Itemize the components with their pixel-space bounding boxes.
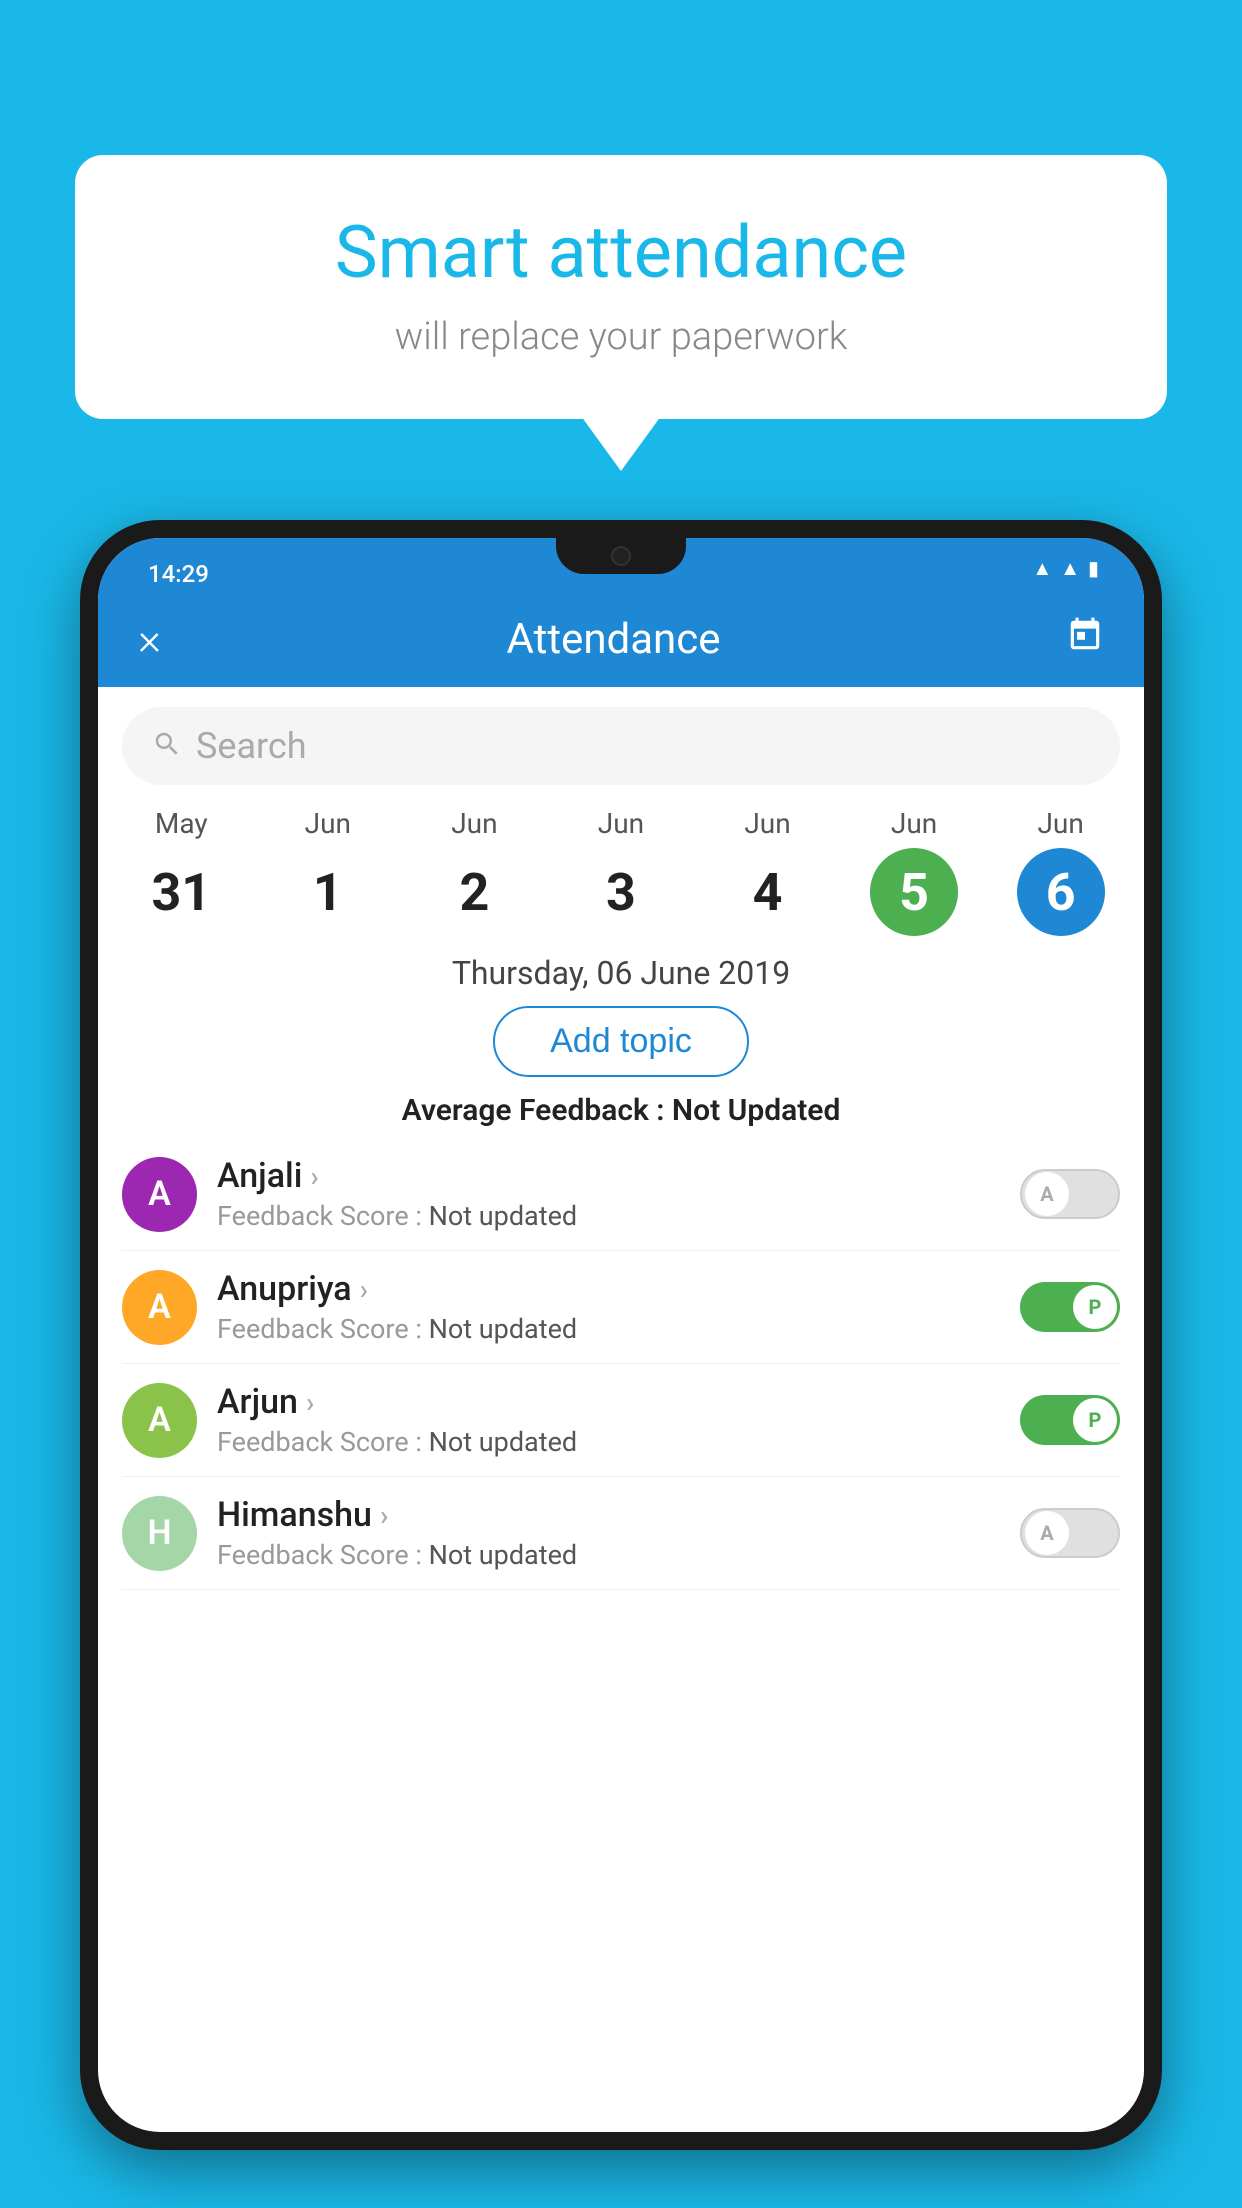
chevron-right-icon: › (310, 1160, 318, 1193)
student-info: Himanshu › Feedback Score : Not updated (217, 1495, 1000, 1571)
student-avatar: A (122, 1270, 197, 1345)
header-title: Attendance (507, 615, 721, 664)
cal-month-label: Jun (891, 807, 937, 840)
calendar-day[interactable]: Jun 3 (566, 807, 676, 936)
bubble-title: Smart attendance (135, 210, 1107, 295)
chevron-right-icon: › (380, 1499, 388, 1532)
status-time: 14:29 (148, 560, 209, 588)
cal-day-number: 31 (137, 848, 225, 936)
student-name: Anupriya › (217, 1269, 1000, 1309)
cal-month-label: Jun (305, 807, 351, 840)
cal-day-number: 3 (577, 848, 665, 936)
toggle-knob: A (1025, 1511, 1069, 1555)
calendar-day[interactable]: Jun 6 (1006, 807, 1116, 936)
student-info: Arjun › Feedback Score : Not updated (217, 1382, 1000, 1458)
search-input-label: Search (196, 725, 307, 767)
calendar-row: May 31 Jun 1 Jun 2 Jun 3 Jun 4 Jun 5 Jun 6 (98, 785, 1144, 936)
attendance-toggle[interactable]: A (1020, 1169, 1120, 1219)
student-avatar: A (122, 1157, 197, 1232)
student-feedback: Feedback Score : Not updated (217, 1313, 1000, 1345)
toggle-knob: A (1025, 1172, 1069, 1216)
student-name: Arjun › (217, 1382, 1000, 1422)
phone-container: 14:29 ▲ ▲ ▮ × Attendance (80, 520, 1162, 2208)
student-avatar: A (122, 1383, 197, 1458)
search-bar[interactable]: Search (122, 707, 1120, 785)
student-item[interactable]: A Arjun › Feedback Score : Not updated P (122, 1364, 1120, 1477)
calendar-day[interactable]: May 31 (126, 807, 236, 936)
student-name: Himanshu › (217, 1495, 1000, 1535)
add-topic-button[interactable]: Add topic (493, 1006, 749, 1077)
front-camera (611, 546, 631, 566)
speech-bubble: Smart attendance will replace your paper… (75, 155, 1167, 419)
toggle-knob: P (1073, 1398, 1117, 1442)
toggle-knob: P (1073, 1285, 1117, 1329)
student-item[interactable]: A Anjali › Feedback Score : Not updated A (122, 1138, 1120, 1251)
attendance-toggle[interactable]: A (1020, 1508, 1120, 1558)
cal-month-label: Jun (451, 807, 497, 840)
avg-feedback: Average Feedback : Not Updated (98, 1093, 1144, 1128)
calendar-day[interactable]: Jun 1 (273, 807, 383, 936)
cal-month-label: Jun (744, 807, 790, 840)
cal-month-label: Jun (1037, 807, 1083, 840)
student-item[interactable]: H Himanshu › Feedback Score : Not updated A (122, 1477, 1120, 1590)
phone-notch (556, 538, 686, 574)
wifi-icon: ▲ (1032, 556, 1052, 581)
chevron-right-icon: › (306, 1386, 314, 1419)
close-button[interactable]: × (138, 613, 161, 665)
calendar-day[interactable]: Jun 4 (713, 807, 823, 936)
cal-day-number: 4 (724, 848, 812, 936)
cal-day-number: 6 (1017, 848, 1105, 936)
attendance-toggle[interactable]: P (1020, 1282, 1120, 1332)
cal-day-number: 1 (284, 848, 372, 936)
battery-icon: ▮ (1088, 556, 1099, 581)
student-item[interactable]: A Anupriya › Feedback Score : Not updated P (122, 1251, 1120, 1364)
student-feedback: Feedback Score : Not updated (217, 1200, 1000, 1232)
phone-outer: 14:29 ▲ ▲ ▮ × Attendance (80, 520, 1162, 2150)
calendar-day[interactable]: Jun 2 (419, 807, 529, 936)
bubble-subtitle: will replace your paperwork (135, 315, 1107, 359)
cal-day-number: 2 (430, 848, 518, 936)
status-icons: ▲ ▲ ▮ (1032, 556, 1099, 581)
student-info: Anjali › Feedback Score : Not updated (217, 1156, 1000, 1232)
cal-month-label: Jun (598, 807, 644, 840)
cal-day-number: 5 (870, 848, 958, 936)
calendar-icon[interactable] (1066, 616, 1104, 663)
student-info: Anupriya › Feedback Score : Not updated (217, 1269, 1000, 1345)
calendar-day[interactable]: Jun 5 (859, 807, 969, 936)
search-icon (152, 729, 182, 763)
student-avatar: H (122, 1496, 197, 1571)
selected-date: Thursday, 06 June 2019 (98, 954, 1144, 992)
attendance-toggle[interactable]: P (1020, 1395, 1120, 1445)
chevron-right-icon: › (360, 1273, 368, 1306)
signal-icon: ▲ (1060, 556, 1080, 581)
cal-month-label: May (155, 807, 208, 840)
student-feedback: Feedback Score : Not updated (217, 1539, 1000, 1571)
student-feedback: Feedback Score : Not updated (217, 1426, 1000, 1458)
phone-screen: 14:29 ▲ ▲ ▮ × Attendance (98, 538, 1144, 2132)
student-list: AAnjali ›Feedback Score : Not updatedAAA… (98, 1138, 1144, 1590)
student-name: Anjali › (217, 1156, 1000, 1196)
